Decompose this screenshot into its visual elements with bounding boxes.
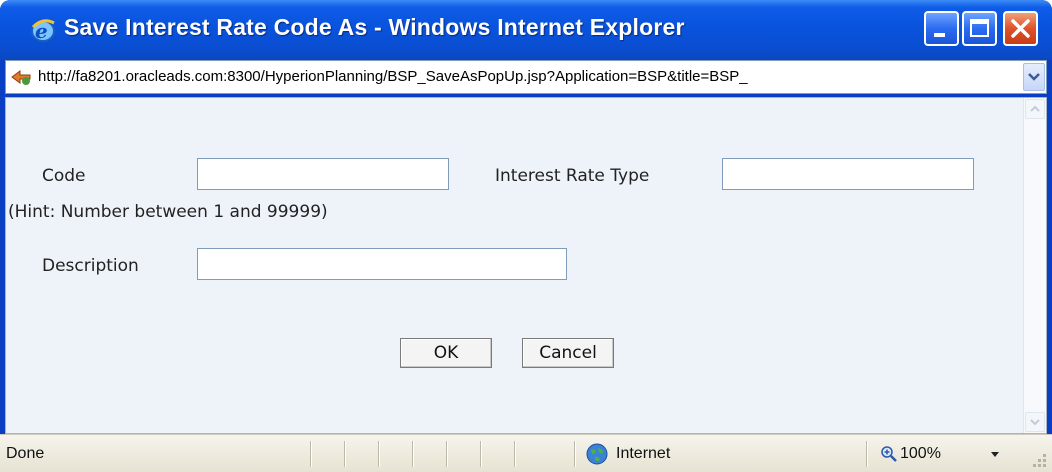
ok-button[interactable]: OK [400,338,492,368]
chevron-down-icon [1028,73,1040,81]
chevron-down-icon [1030,419,1040,426]
scroll-down-button[interactable] [1025,412,1045,432]
resize-grip-icon[interactable] [1030,453,1048,469]
maximize-button[interactable] [962,11,997,46]
vertical-scrollbar[interactable] [1023,98,1046,433]
status-separator [310,441,312,467]
status-bar: Done Internet 100% [0,434,1052,472]
maximize-icon [970,19,989,37]
address-dropdown-button[interactable] [1023,63,1045,91]
code-hint: (Hint: Number between 1 and 99999) [8,202,328,222]
dialog-content: Code (Hint: Number between 1 and 99999) … [5,97,1047,434]
scroll-up-button[interactable] [1025,99,1045,119]
status-separator [574,441,576,467]
code-field[interactable] [197,158,449,190]
browser-window: e Save Interest Rate Code As - Windows I… [0,0,1052,472]
security-zone-text: Internet [616,445,671,462]
url-text[interactable]: http://fa8201.oracleads.com:8300/Hyperio… [38,68,1020,85]
close-button[interactable] [1003,11,1038,46]
address-bar[interactable]: http://fa8201.oracleads.com:8300/Hyperio… [5,60,1047,94]
interest-rate-type-label: Interest Rate Type [495,166,650,186]
chevron-up-icon [1030,105,1040,112]
status-separator [412,441,414,467]
minimize-button[interactable] [924,11,959,46]
minimize-icon [934,33,945,37]
status-separator [344,441,346,467]
status-separator [514,441,516,467]
description-field[interactable] [197,248,567,280]
code-label: Code [42,166,86,186]
status-separator [866,441,868,467]
page-icon [11,70,31,85]
cancel-button[interactable]: Cancel [522,338,614,368]
zoom-level[interactable]: 100% [900,445,941,463]
zoom-icon[interactable] [880,445,898,463]
status-separator [480,441,482,467]
status-separator [378,441,380,467]
status-text: Done [6,445,45,462]
zoom-dropdown-icon[interactable] [990,451,1000,459]
interest-rate-type-field[interactable] [722,158,974,190]
window-title: Save Interest Rate Code As - Windows Int… [64,14,685,40]
close-icon [1011,19,1030,38]
description-label: Description [42,256,139,276]
ie-logo-icon: e [31,19,55,43]
globe-icon [586,443,608,465]
title-bar[interactable]: e Save Interest Rate Code As - Windows I… [0,0,1052,60]
status-separator [446,441,448,467]
